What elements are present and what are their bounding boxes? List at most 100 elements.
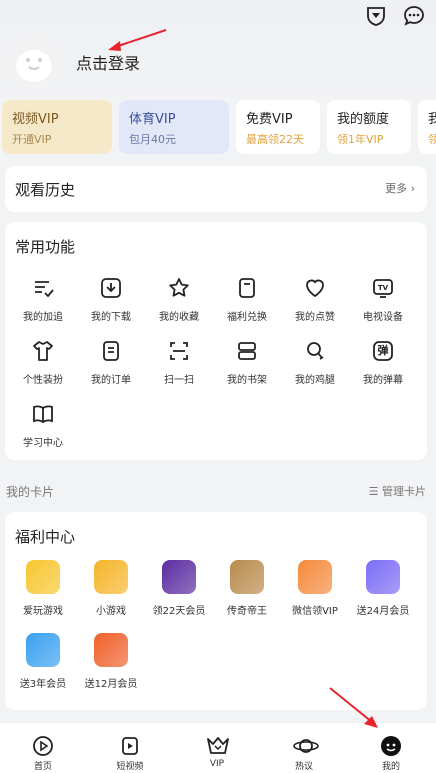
welfare-item[interactable]: 送24月会员 [349,560,417,617]
tab-item[interactable]: VIP [174,735,260,769]
short-video-icon [119,735,141,757]
welfare-label: 送3年会员 [19,679,67,690]
function-label: 学习中心 [23,438,63,449]
function-item[interactable]: 我的收藏 [145,276,213,323]
tab-item[interactable]: 短视频 [87,735,173,772]
welfare-center-card: 福利中心 爱玩游戏 小游戏 领22天会员 传奇帝王 微信领VIP 送24月会员送3年会员 送… [5,512,427,710]
function-label: 扫一扫 [164,375,194,386]
default-avatar-icon [8,34,60,86]
function-item[interactable]: 扫一扫 [145,339,213,386]
vip-card-sports[interactable]: 体育VIP 包月40元 [119,100,229,154]
common-functions-title: 常用功能 [15,238,76,256]
planet-icon [293,735,319,757]
welfare-item[interactable]: 小游戏 [77,560,145,617]
function-item[interactable]: 我的鸡腿 [281,339,349,386]
my-cards-label: 我的卡片 [6,485,55,499]
member-12-app-icon [94,633,128,667]
shield-icon[interactable] [364,4,388,28]
avatar[interactable] [8,34,60,86]
welfare-item[interactable]: 传奇帝王 [213,560,281,617]
top-actions [364,4,426,28]
tab-label: 短视频 [116,762,144,772]
vip-card-title: 体育VIP [129,112,176,127]
tab-label: 热议 [294,762,313,772]
welfare-label: 传奇帝王 [227,606,267,617]
login-link[interactable]: 点击登录 [76,50,140,74]
function-label: 我的收藏 [159,312,199,323]
vip-card-title: 我的额度 [337,112,390,127]
function-label: 电视设备 [363,312,403,323]
chevron-right-icon: › [410,182,415,195]
welfare-label: 送24月会员 [356,606,410,617]
function-item[interactable]: 我的书架 [213,339,281,386]
play-app-icon [162,560,196,594]
function-label: 我的加追 [23,312,63,323]
vip-card-sub: 开通VIP [12,133,52,146]
function-item[interactable]: 弹我的弹幕 [349,339,417,386]
vip-card-title: 免费VIP [246,112,293,127]
message-icon[interactable] [402,4,426,28]
tab-item[interactable]: 我的 [348,735,434,772]
function-label: 我的鸡腿 [295,375,335,386]
watch-history-title: 观看历史 [15,181,76,199]
function-label: 个性装扮 [23,375,63,386]
order-icon [99,339,123,363]
heart-icon [303,276,327,300]
function-item[interactable]: 我的订单 [77,339,145,386]
welfare-label: 小游戏 [96,606,126,617]
welfare-item[interactable]: 微信领VIP [281,560,349,617]
function-label: 我的下载 [91,312,131,323]
vip-card-row: 视频VIP 开通VIP 体育VIP 包月40元 免费VIP 最高领22天 我的额… [2,100,436,154]
star-icon [167,276,191,300]
download-icon [99,276,123,300]
function-item[interactable]: TV 电视设备 [349,276,417,323]
free-member-app-icon [26,633,60,667]
function-item[interactable]: 个性装扮 [9,339,77,386]
function-label: 福利兑换 [227,312,267,323]
welfare-label: 微信领VIP [292,606,338,617]
vip-card-sub: 领 [428,133,436,146]
wechat-vip-app-icon [298,560,332,594]
vip-card-sub: 领1年VIP [337,133,384,146]
bookshelf-icon [235,339,259,363]
profile-face-icon [380,735,402,757]
game-app-icon [26,560,60,594]
welfare-item[interactable]: 领22天会员 [145,560,213,617]
vip-card-quota[interactable]: 我的额度 领1年VIP [327,100,411,154]
welfare-label: 送12月会员 [84,679,138,690]
function-label: 我的点赞 [295,312,335,323]
list-icon: ☰ [368,485,382,498]
more-label: 更多 [385,182,408,195]
vip-card-free[interactable]: 免费VIP 最高领22天 [236,100,320,154]
function-item[interactable]: 福利兑换 [213,276,281,323]
drumstick-icon [303,339,327,363]
bottom-tab-bar: 首页 短视频 VIP 热议 我的 [0,722,436,773]
manage-cards-button[interactable]: ☰ 管理卡片 [369,483,426,499]
welfare-label: 领22天会员 [152,606,206,617]
tab-label: 我的 [381,762,400,772]
vip-card-video[interactable]: 视频VIP 开通VIP [2,100,112,154]
tab-label: VIP [209,759,225,769]
more-link[interactable]: 更多 › [385,180,415,196]
vip-card-partial[interactable]: 我 领 [418,100,436,154]
function-item[interactable]: 我的下载 [77,276,145,323]
function-item[interactable]: 我的点赞 [281,276,349,323]
function-item[interactable]: 我的加追 [9,276,77,323]
tab-item[interactable]: 首页 [0,735,86,772]
welfare-label: 爱玩游戏 [23,606,63,617]
welfare-item[interactable]: 爱玩游戏 [9,560,77,617]
svg-text:TV: TV [378,284,389,292]
emperor-app-icon [230,560,264,594]
function-item[interactable]: 学习中心 [9,402,77,449]
function-label: 我的书架 [227,375,267,386]
watch-history-card[interactable]: 观看历史 更多 › [5,166,427,212]
vip-crown-icon [206,735,229,757]
welfare-center-title: 福利中心 [15,528,76,546]
voucher-icon [235,276,259,300]
tab-label: 首页 [33,762,52,772]
welfare-item[interactable]: 送3年会员 [9,633,77,690]
tab-item[interactable]: 热议 [261,735,347,772]
book-icon [31,402,55,426]
danmaku-icon: 弹 [371,339,395,363]
welfare-item[interactable]: 送12月会员 [77,633,145,690]
